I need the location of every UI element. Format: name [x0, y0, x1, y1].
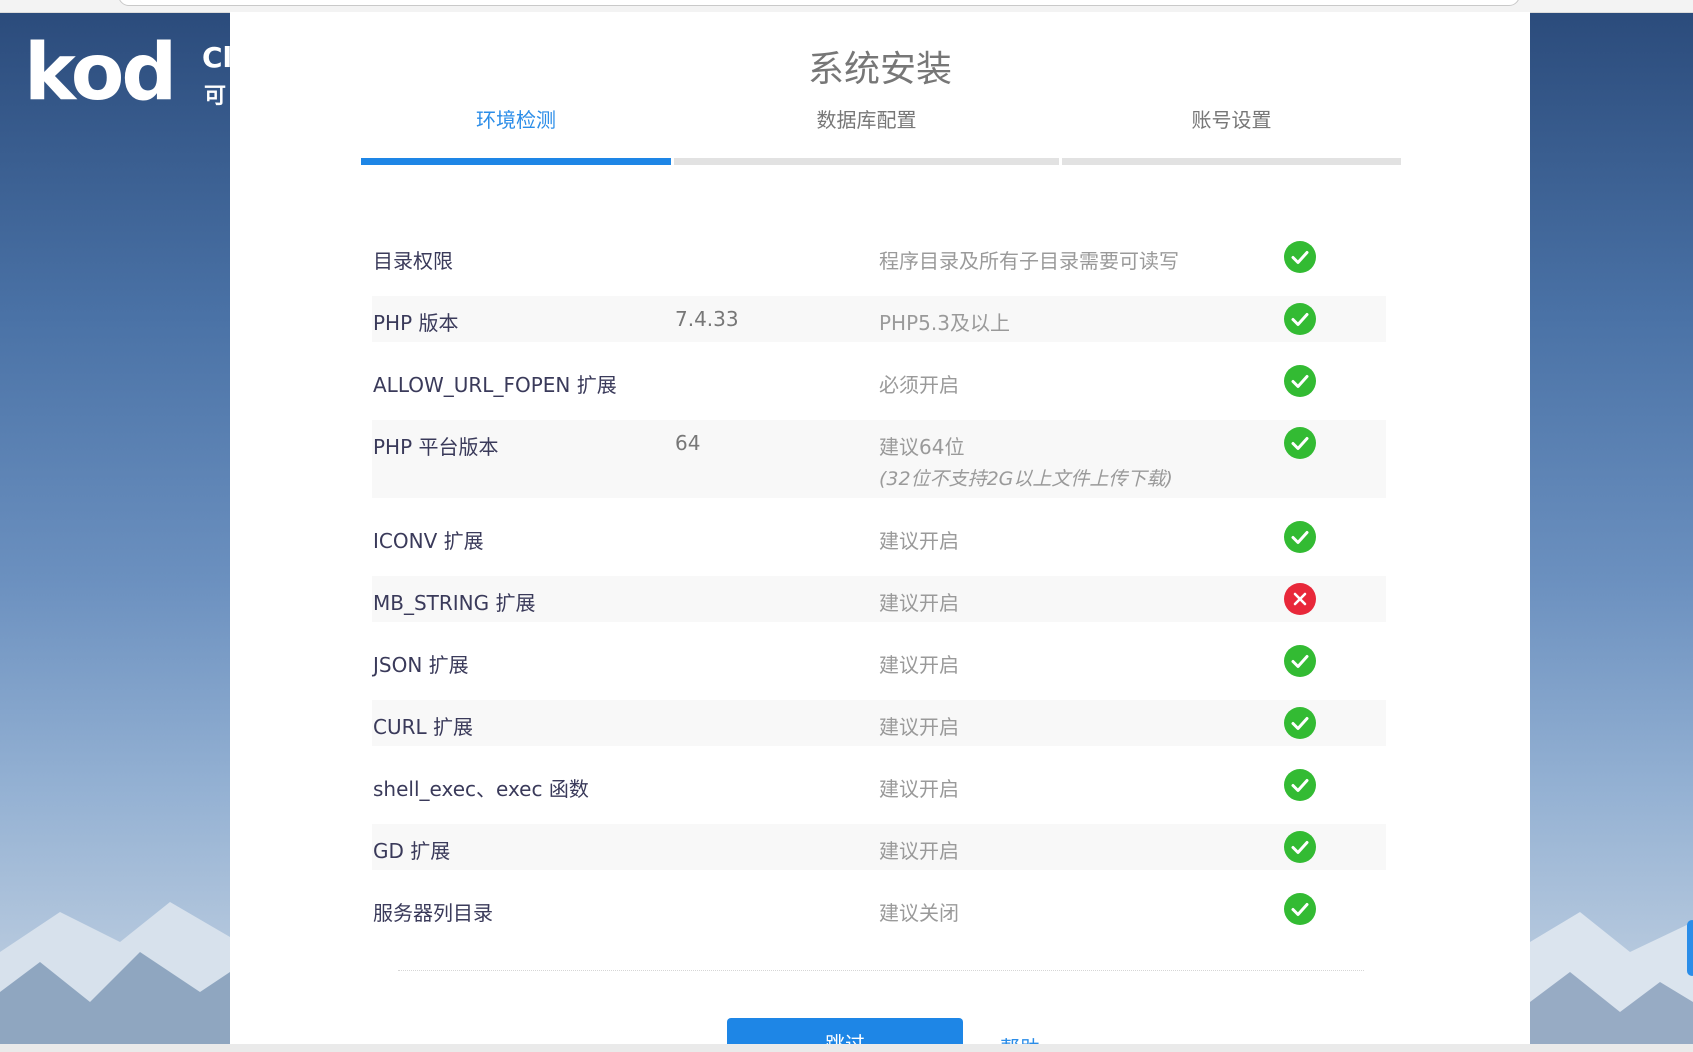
check-name: PHP 版本 [373, 311, 459, 335]
check-name: MB_STRING 扩展 [373, 591, 536, 615]
check-requirement: 建议开启 [879, 529, 959, 553]
table-row: 目录权限 程序目录及所有子目录需要可读写 [372, 234, 1386, 280]
divider [398, 970, 1364, 971]
install-panel: 系统安装 环境检测 数据库配置 账号设置 目录权限 程序目录及所有子目录需要可读… [230, 12, 1530, 1044]
table-row: JSON 扩展 建议开启 [372, 638, 1386, 684]
check-name: ALLOW_URL_FOPEN 扩展 [373, 373, 617, 397]
check-value: 7.4.33 [675, 307, 739, 331]
check-requirement: 建议关闭 [879, 901, 959, 925]
table-row: PHP 平台版本 64 建议64位 (32位不支持2G以上文件上传下载) [372, 420, 1386, 498]
check-requirement: 建议开启 [879, 839, 959, 863]
table-row: ALLOW_URL_FOPEN 扩展 必须开启 [372, 358, 1386, 404]
table-row: PHP 版本 7.4.33 PHP5.3及以上 [372, 296, 1386, 342]
step-progress-bar-account [1062, 158, 1401, 165]
check-circle-icon [1284, 707, 1316, 739]
table-row: ICONV 扩展 建议开启 [372, 514, 1386, 560]
check-name: shell_exec、exec 函数 [373, 777, 589, 801]
check-circle-icon [1284, 303, 1316, 335]
logo: kod Cl 可 [24, 38, 234, 110]
table-row: CURL 扩展 建议开启 [372, 700, 1386, 746]
check-requirement: 建议64位 [879, 435, 965, 459]
check-circle-icon [1284, 645, 1316, 677]
check-circle-icon [1284, 365, 1316, 397]
check-name: PHP 平台版本 [373, 435, 499, 459]
check-requirement: 建议开启 [879, 777, 959, 801]
check-name: JSON 扩展 [373, 653, 469, 677]
check-name: 目录权限 [373, 249, 453, 273]
help-link[interactable]: 帮助 [1000, 1032, 1040, 1044]
table-row: 服务器列目录 建议关闭 [372, 886, 1386, 932]
check-name: GD 扩展 [373, 839, 451, 863]
check-requirement: 建议开启 [879, 653, 959, 677]
table-row: MB_STRING 扩展 建议开启 [372, 576, 1386, 622]
skip-button[interactable]: 跳过 [727, 1018, 963, 1044]
logo-suffix-cn: 可 [204, 84, 227, 109]
tab-env-check[interactable]: 环境检测 [361, 104, 671, 133]
check-circle-icon [1284, 893, 1316, 925]
address-bar[interactable] [118, 0, 1520, 6]
check-circle-icon [1284, 241, 1316, 273]
check-note: (32位不支持2G以上文件上传下载) [879, 468, 1173, 490]
check-circle-icon [1284, 769, 1316, 801]
check-name: 服务器列目录 [373, 901, 493, 925]
check-requirement: 程序目录及所有子目录需要可读写 [879, 249, 1179, 273]
step-tabs: 环境检测 数据库配置 账号设置 [361, 12, 1401, 172]
check-circle-icon [1284, 521, 1316, 553]
tab-db-config[interactable]: 数据库配置 [674, 104, 1059, 133]
check-requirement: 建议开启 [879, 591, 959, 615]
check-requirement: 建议开启 [879, 715, 959, 739]
check-requirement: PHP5.3及以上 [879, 311, 1010, 335]
step-progress-bar-env [361, 158, 671, 165]
x-circle-icon [1284, 583, 1316, 615]
check-requirement: 必须开启 [879, 373, 959, 397]
check-name: CURL 扩展 [373, 715, 473, 739]
table-row: GD 扩展 建议开启 [372, 824, 1386, 870]
logo-suffix: Cl [202, 41, 233, 74]
check-name: ICONV 扩展 [373, 529, 484, 553]
bottom-edge [0, 1044, 1693, 1052]
step-progress-bar-db [674, 158, 1059, 165]
tab-account-setup[interactable]: 账号设置 [1062, 104, 1401, 133]
check-circle-icon [1284, 427, 1316, 459]
logo-word: kod [24, 38, 177, 110]
check-circle-icon [1284, 831, 1316, 863]
table-row: shell_exec、exec 函数 建议开启 [372, 762, 1386, 808]
side-scroll-handle[interactable] [1687, 920, 1693, 976]
env-check-table: 目录权限 程序目录及所有子目录需要可读写 PHP 版本 7.4.33 PHP5.… [372, 234, 1386, 948]
check-value: 64 [675, 431, 701, 455]
